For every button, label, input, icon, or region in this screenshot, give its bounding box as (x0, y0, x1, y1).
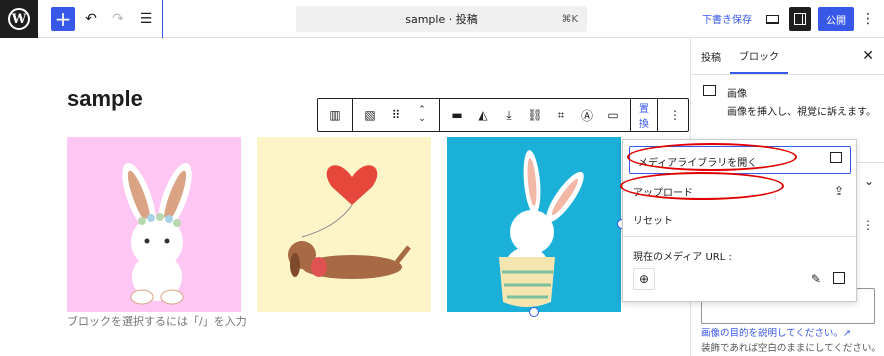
redo-icon: ↷ (112, 11, 124, 27)
toolbar-group-tools: ▬ ◭ ⤓ ⛓ ⌗ Ⓐ ▭ (440, 99, 631, 131)
annotation-ellipse-library (627, 143, 797, 171)
preview-button[interactable] (762, 7, 782, 31)
more-vertical-icon: ⋮ (861, 11, 875, 27)
chevron-up-down-icon: ⌃ ⌄ (418, 105, 426, 124)
document-overview-button[interactable]: ☰ (136, 7, 156, 31)
toolbar-group-gallery: ▥ (318, 99, 353, 131)
height-icon: ⤓ (506, 107, 512, 122)
alt-text-help-link[interactable]: 画像の目的を説明してください。↗ (701, 325, 851, 339)
block-options-button[interactable]: ⋮ (662, 102, 688, 128)
link-icon: ⛓ (527, 108, 543, 122)
options-button[interactable]: ⋮ (860, 7, 876, 31)
duotone-icon: ◭ (478, 108, 488, 122)
menu-divider (623, 236, 856, 237)
align-icon: ▬ (451, 108, 463, 122)
alt-text-help: 装飾であれば空白のままにしてください。 (701, 343, 881, 354)
block-title: 画像 (727, 89, 747, 100)
more-vertical-icon: ⋮ (862, 218, 874, 232)
wordpress-logo[interactable]: W (0, 0, 38, 38)
height-button[interactable]: ⤓ (496, 102, 522, 128)
panel-expand-button[interactable]: ⌄ (864, 174, 874, 188)
sidebar-tabs: 投稿 ブロック (691, 38, 884, 75)
close-sidebar-button[interactable]: ✕ (862, 48, 874, 64)
replace-button[interactable]: 置換 (631, 99, 658, 131)
undo-button[interactable]: ↶ (81, 7, 101, 31)
move-up-down-button[interactable]: ⌃ ⌄ (409, 102, 435, 128)
text-icon: Ⓐ (580, 108, 593, 123)
gallery-image-dog[interactable] (257, 137, 431, 312)
dog-illustration (288, 165, 411, 279)
gallery-image-egg-bunny[interactable] (447, 137, 621, 312)
block-type-button[interactable]: ▧ (357, 102, 383, 128)
top-toolbar: W + ↶ ↷ ☰ sample · 投稿 ⌘K 下書き保存 公開 ⋮ (0, 0, 884, 38)
chevron-down-icon: ⌄ (863, 174, 874, 188)
bunny-illustration (122, 162, 192, 305)
toolbar-group-move: ▧ ⠿ ⌃ ⌄ (353, 99, 440, 131)
block-description: 画像を挿入し、視覚に訴えます。 (727, 107, 876, 118)
document-title: sample · 投稿 (405, 13, 478, 26)
more-vertical-icon: ⋮ (669, 108, 681, 122)
resize-handle-bottom[interactable] (529, 307, 539, 317)
gallery-parent-button[interactable]: ▥ (322, 102, 348, 128)
block-toolbar: ▥ ▧ ⠿ ⌃ ⌄ ▬ ◭ ⤓ ⛓ ⌗ Ⓐ ▭ 置換 ⋮ (317, 98, 689, 132)
drag-icon: ⠿ (391, 108, 401, 122)
media-url-preview: ⊕ (633, 268, 655, 290)
desktop-icon (765, 14, 779, 24)
publish-button[interactable]: 公開 (818, 7, 854, 31)
reset-label: リセット (633, 215, 673, 227)
image-block-icon (703, 85, 716, 96)
duotone-button[interactable]: ◭ (470, 102, 496, 128)
upload-icon: ⇪ (833, 184, 844, 198)
save-draft-button[interactable]: 下書き保存 (702, 11, 752, 26)
shortcut-hint: ⌘K (561, 13, 578, 25)
settings-panel-toggle[interactable] (789, 7, 811, 31)
redo-button[interactable]: ↷ (108, 7, 128, 31)
copy-url-button[interactable] (833, 272, 845, 284)
caption-button[interactable]: ▭ (600, 102, 626, 128)
current-media-url-label: 現在のメディア URL : (633, 252, 732, 263)
edit-url-button[interactable]: ✎ (811, 272, 821, 286)
crop-icon: ⌗ (557, 107, 565, 122)
focus-divider (162, 0, 163, 38)
drag-handle[interactable]: ⠿ (383, 102, 409, 128)
text-overlay-button[interactable]: Ⓐ (574, 102, 600, 128)
add-block-button[interactable]: + (51, 7, 75, 31)
crop-button[interactable]: ⌗ (548, 102, 574, 128)
media-library-icon (830, 152, 842, 163)
pencil-icon: ✎ (811, 272, 822, 286)
undo-icon: ↶ (85, 11, 97, 27)
align-button[interactable]: ▬ (444, 102, 470, 128)
tab-post[interactable]: 投稿 (691, 38, 730, 74)
reset-item[interactable]: リセット (633, 210, 673, 228)
annotation-ellipse-upload (620, 172, 784, 200)
caption-placeholder[interactable]: ブロックを選択するには「/」を入力 (67, 313, 247, 329)
globe-icon: ⊕ (638, 272, 650, 286)
panel-options-button[interactable]: ⋮ (862, 218, 874, 232)
close-icon: ✕ (862, 48, 874, 64)
tab-block[interactable]: ブロック (730, 38, 788, 74)
wordpress-icon: W (8, 8, 30, 30)
columns-icon: ▥ (329, 108, 341, 122)
link-button[interactable]: ⛓ (522, 102, 548, 128)
gallery-image-bunny[interactable] (67, 137, 241, 312)
sidebar-icon (794, 13, 806, 25)
list-view-icon: ☰ (139, 11, 153, 27)
caption-icon: ▭ (607, 108, 619, 122)
post-title[interactable]: sample (67, 86, 143, 112)
plus-icon: + (54, 7, 72, 31)
egg-bunny-illustration (499, 150, 584, 307)
command-palette-bar[interactable]: sample · 投稿 ⌘K (296, 6, 587, 32)
image-icon: ▧ (364, 108, 376, 122)
toolbar-group-options: ⋮ (658, 99, 692, 131)
